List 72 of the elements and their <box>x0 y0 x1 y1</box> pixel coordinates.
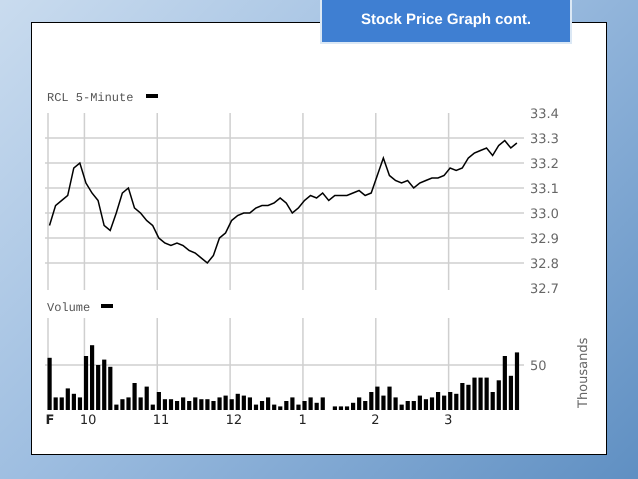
volume-bar <box>266 397 270 410</box>
volume-bar <box>460 383 464 410</box>
axis-label: 32.9 <box>530 232 559 247</box>
axis-label: 11 <box>152 413 170 428</box>
volume-bar <box>224 396 228 410</box>
volume-bar <box>102 360 106 410</box>
volume-bar <box>484 378 489 410</box>
volume-bar <box>230 399 234 410</box>
volume-bar <box>394 397 398 410</box>
volume-bar <box>187 401 192 410</box>
volume-bar <box>156 392 161 410</box>
volume-bar <box>418 396 422 410</box>
volume-bar <box>369 392 374 410</box>
axis-label: 33.2 <box>530 157 559 172</box>
volume-bar <box>496 380 501 410</box>
volume-bar <box>60 397 64 410</box>
volume-bar <box>412 401 416 410</box>
volume-bar <box>114 404 118 410</box>
axis-label: 33.1 <box>530 182 559 197</box>
volume-bar <box>193 397 198 410</box>
axis-label: 33.4 <box>530 107 559 122</box>
axis-label: 32.8 <box>530 257 559 272</box>
volume-bar <box>72 394 76 410</box>
volume-bar <box>144 386 149 410</box>
volume-bar <box>138 397 143 410</box>
volume-bar <box>181 397 186 410</box>
volume-bar <box>199 399 204 410</box>
axis-label: 12 <box>226 413 242 428</box>
axis-title: Thousands <box>576 338 591 408</box>
volume-bar <box>502 356 507 410</box>
volume-bar <box>454 394 458 410</box>
volume-bar <box>66 388 70 410</box>
chart-title: Volume <box>47 301 90 315</box>
volume-bar <box>242 396 246 410</box>
volume-bar <box>490 392 495 410</box>
volume-bar <box>357 397 362 410</box>
volume-bar <box>108 366 112 410</box>
volume-bar <box>332 406 337 410</box>
volume-bar <box>320 397 325 410</box>
axis-label: 2 <box>371 413 380 428</box>
volume-bar <box>272 404 276 410</box>
volume-bar <box>448 392 452 410</box>
volume-bar <box>400 404 404 410</box>
volume-bar <box>236 394 240 410</box>
volume-bar <box>375 386 380 410</box>
axis-label: 50 <box>530 359 547 374</box>
volume-bar <box>248 397 252 410</box>
volume-bar <box>96 365 100 410</box>
volume-bar <box>290 397 294 410</box>
volume-bar <box>308 397 313 410</box>
legend-swatch <box>101 304 113 308</box>
volume-bar <box>314 402 319 410</box>
volume-bar <box>351 402 356 410</box>
axis-label: 3 <box>444 413 452 428</box>
axis-label: 10 <box>80 413 96 428</box>
volume-bar <box>278 406 282 410</box>
legend-swatch <box>146 94 158 98</box>
axis-label: 32.7 <box>530 282 559 297</box>
volume-bar <box>284 401 288 410</box>
volume-bar <box>48 358 52 410</box>
volume-bar <box>90 345 94 410</box>
chart-title: RCL 5-Minute <box>47 91 134 105</box>
axis-label: 33.0 <box>530 207 559 222</box>
slide-title: Stock Price Graph cont. <box>320 0 572 44</box>
axis-label: 33.3 <box>530 132 559 147</box>
volume-bar <box>406 401 410 410</box>
volume-bar <box>442 396 446 410</box>
axis-label: F <box>46 413 54 428</box>
volume-bar <box>363 401 368 410</box>
axis-label: 1 <box>298 413 307 428</box>
volume-bar <box>54 397 58 410</box>
volume-bar <box>150 404 155 410</box>
